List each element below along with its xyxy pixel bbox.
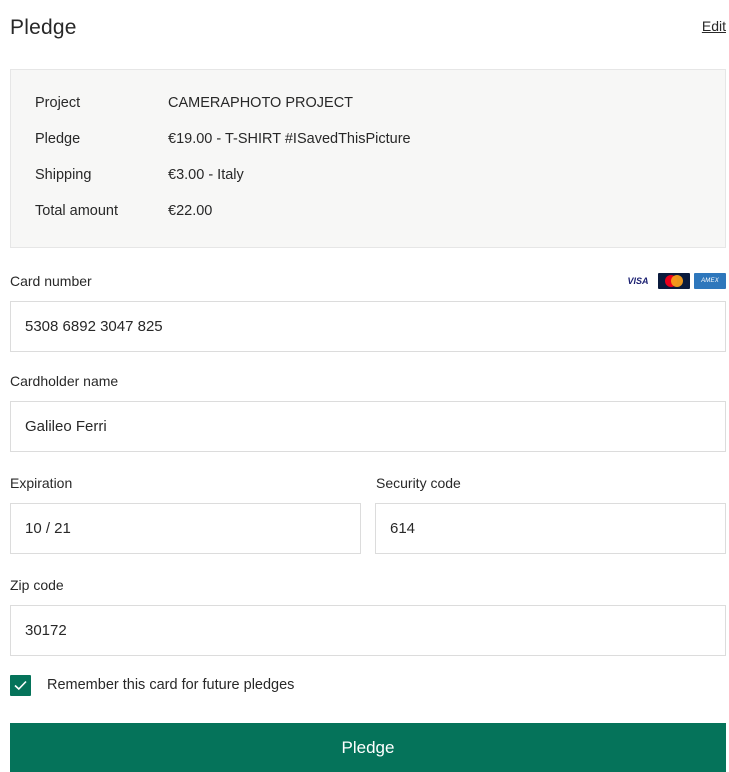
remember-card-checkbox[interactable] bbox=[10, 675, 31, 696]
card-number-label: Card number bbox=[10, 273, 92, 289]
security-code-label: Security code bbox=[376, 475, 461, 491]
zip-code-input[interactable] bbox=[11, 606, 725, 655]
security-code-field bbox=[375, 503, 726, 554]
header: Pledge Edit bbox=[10, 16, 726, 46]
zip-code-label: Zip code bbox=[10, 577, 64, 593]
summary-value: €22.00 bbox=[168, 203, 213, 219]
cardholder-input[interactable] bbox=[11, 402, 725, 451]
page-title: Pledge bbox=[10, 16, 77, 39]
summary-label: Pledge bbox=[35, 131, 81, 147]
remember-card-label: Remember this card for future pledges bbox=[47, 677, 295, 693]
amex-icon: AMEX bbox=[694, 273, 726, 289]
mastercard-icon bbox=[658, 273, 690, 289]
summary-value: CAMERAPHOTO PROJECT bbox=[168, 95, 354, 111]
pledge-summary: Project CAMERAPHOTO PROJECT Pledge €19.0… bbox=[10, 69, 726, 248]
summary-label: Shipping bbox=[35, 167, 92, 183]
card-number-input[interactable] bbox=[11, 302, 725, 351]
zip-code-field bbox=[10, 605, 726, 656]
card-number-field bbox=[10, 301, 726, 352]
checkmark-icon bbox=[14, 680, 27, 691]
pledge-button[interactable]: Pledge bbox=[10, 723, 726, 772]
summary-value: €19.00 - T-SHIRT #ISavedThisPicture bbox=[168, 131, 411, 147]
visa-icon: VISA bbox=[627, 276, 649, 286]
summary-label: Project bbox=[35, 95, 81, 111]
cardholder-label: Cardholder name bbox=[10, 373, 119, 389]
summary-label: Total amount bbox=[35, 203, 119, 219]
summary-value: €3.00 - Italy bbox=[168, 167, 244, 183]
security-code-input[interactable] bbox=[376, 504, 725, 553]
expiration-field bbox=[10, 503, 361, 554]
expiration-input[interactable] bbox=[11, 504, 360, 553]
expiration-label: Expiration bbox=[10, 475, 73, 491]
cardholder-field bbox=[10, 401, 726, 452]
edit-link[interactable]: Edit bbox=[702, 18, 726, 34]
